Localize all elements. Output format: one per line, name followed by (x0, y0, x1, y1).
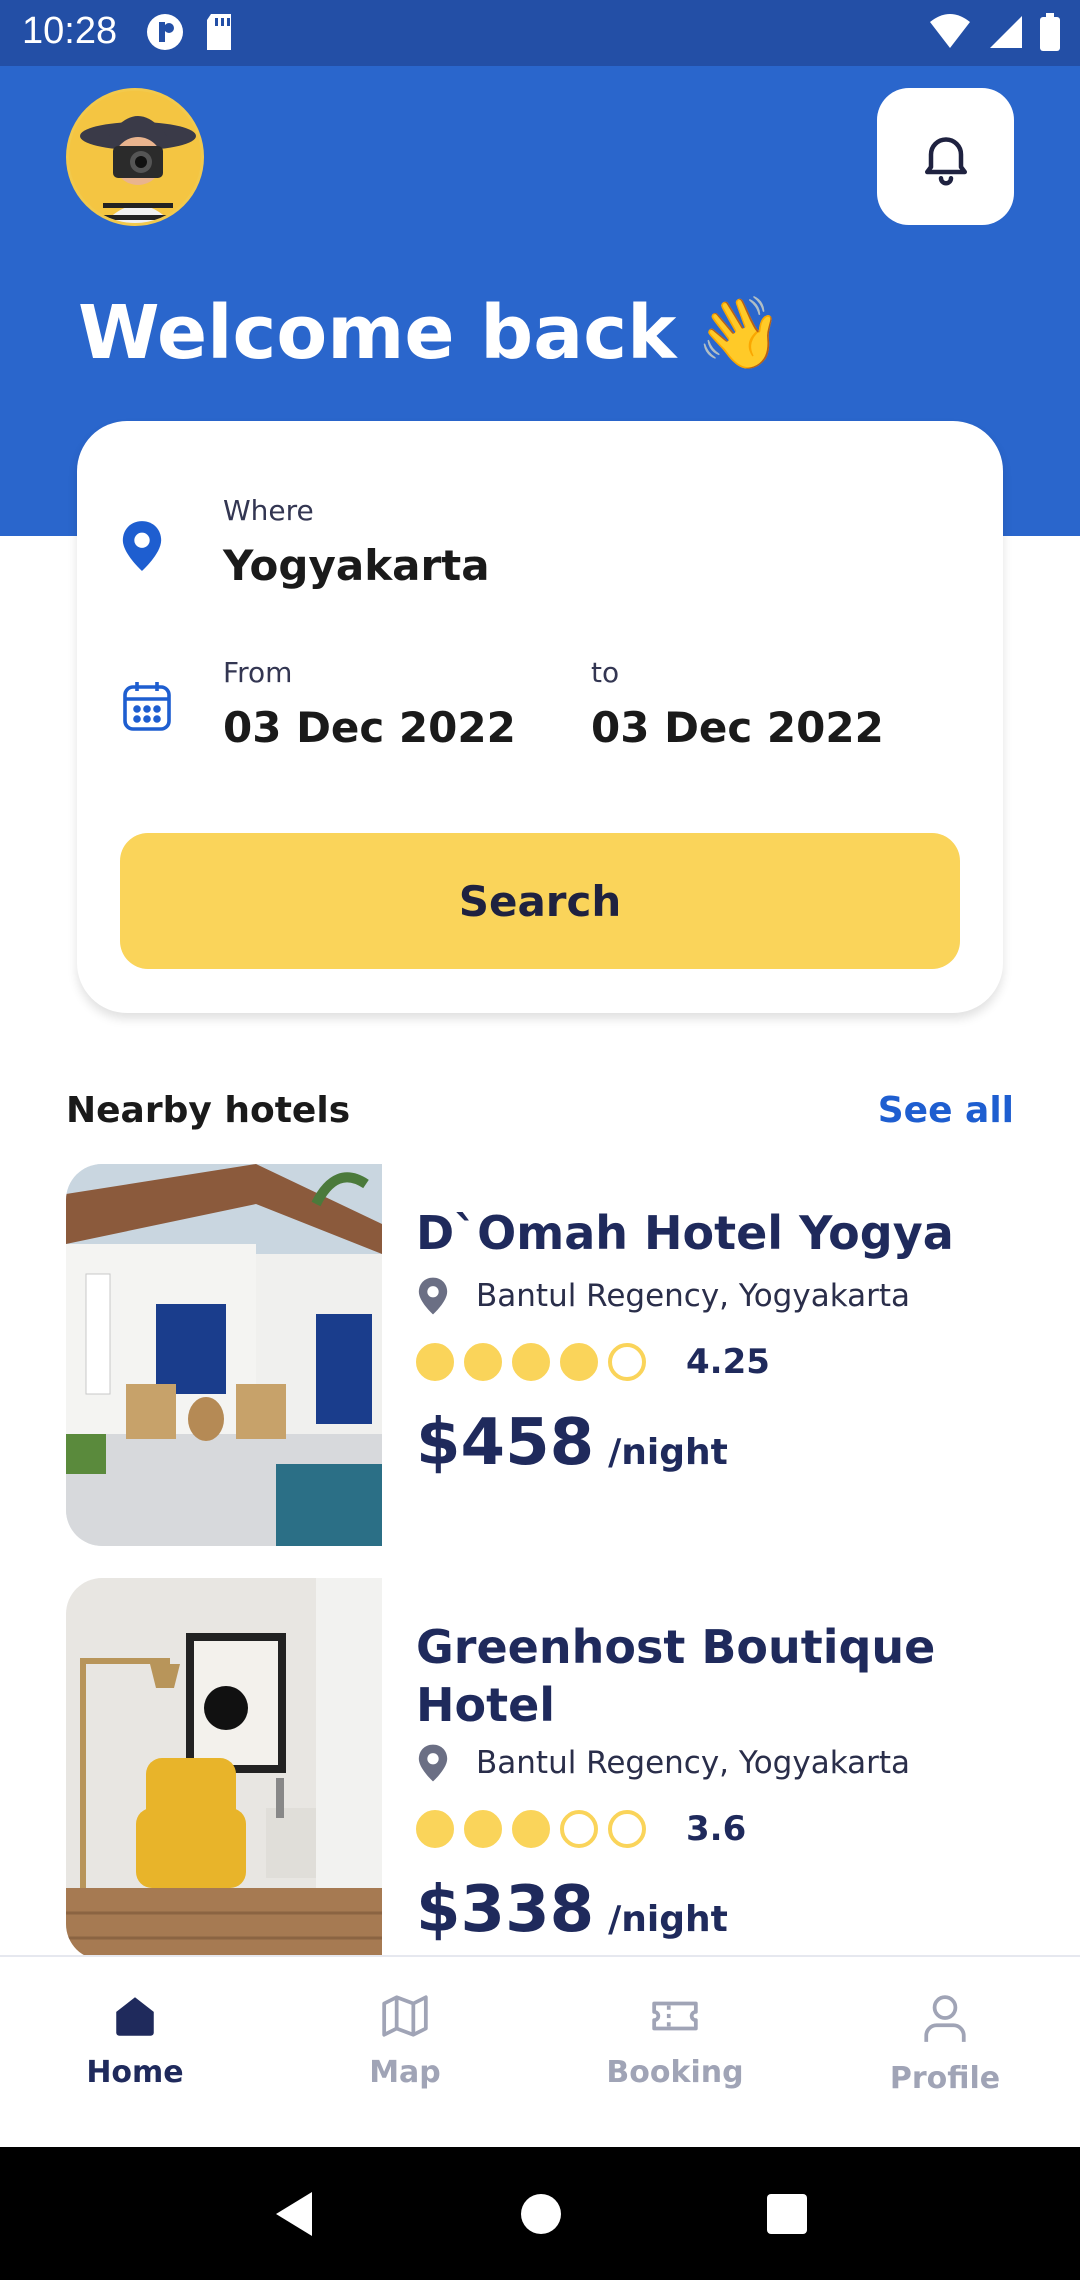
hotel-price: $458 /night (416, 1406, 1016, 1480)
rating-value: 4.25 (686, 1342, 770, 1383)
welcome-heading: Welcome back 👋 (78, 290, 783, 376)
notifications-button[interactable] (877, 88, 1014, 225)
nav-profile[interactable]: Profile (810, 1957, 1080, 2147)
calendar-wrap (121, 679, 173, 737)
wave-emoji: 👋 (696, 291, 784, 374)
system-nav-bar (0, 2147, 1080, 2280)
search-card: Where Yogyakarta From 03 Dec 2022 to 03 … (77, 421, 1003, 1013)
sd-card-icon (207, 14, 231, 50)
hotel-photo-villa (66, 1164, 382, 1546)
hotel-location: Bantul Regency, Yogyakarta (416, 1743, 1016, 1783)
nearby-hotels-header: Nearby hotels See all (66, 1090, 1014, 1131)
status-right-icons (928, 12, 1062, 52)
person-icon (924, 1995, 966, 2042)
rating-dot-filled (416, 1809, 454, 1848)
nav-label: Home (86, 2055, 184, 2090)
back-icon[interactable] (272, 2190, 316, 2238)
wifi-icon (930, 14, 970, 48)
rating-value: 3.6 (686, 1808, 747, 1849)
nav-label: Map (369, 2055, 441, 2090)
avatar[interactable] (66, 88, 204, 226)
calendar-icon (123, 682, 171, 731)
avatar-photo (69, 91, 201, 223)
signal-icon (990, 16, 1022, 48)
location-pin-icon (122, 521, 162, 571)
bottom-nav: Home Map Booking Profile (0, 1955, 1080, 2147)
home-circle-icon[interactable] (519, 2192, 563, 2236)
hotel-card[interactable]: Greenhost Boutique Hotel Bantul Regency,… (66, 1578, 1014, 1960)
battery-icon (1040, 13, 1060, 51)
hotel-image (66, 1578, 382, 1960)
to-label: to (591, 656, 620, 689)
hotel-name: D`Omah Hotel Yogya (416, 1206, 954, 1260)
from-value: 03 Dec 2022 (223, 703, 516, 752)
location-pin-icon (418, 1277, 448, 1315)
nav-label: Profile (889, 2061, 1001, 2096)
from-field[interactable]: From 03 Dec 2022 (223, 656, 516, 752)
hotel-info: D`Omah Hotel Yogya Bantul Regency, Yogya… (416, 1204, 1016, 1480)
see-all-link[interactable]: See all (878, 1090, 1014, 1131)
map-icon (382, 1995, 428, 2037)
hotel-location-text: Bantul Regency, Yogyakarta (476, 1278, 910, 1315)
ticket-icon (652, 2001, 698, 2031)
where-label: Where (223, 494, 314, 527)
location-pin-icon (418, 1744, 448, 1782)
bell-icon (924, 136, 967, 185)
where-field[interactable]: Where Yogyakarta (223, 494, 490, 590)
to-value: 03 Dec 2022 (591, 703, 884, 752)
price-unit: /night (608, 1898, 728, 1940)
status-left-icons (145, 12, 235, 52)
hotel-card[interactable]: D`Omah Hotel Yogya Bantul Regency, Yogya… (66, 1164, 1014, 1546)
price-unit: /night (608, 1432, 728, 1474)
rating-dot-filled (512, 1343, 550, 1382)
rating-dot-filled (512, 1809, 550, 1848)
status-time: 10:28 (22, 10, 118, 52)
hotel-image (66, 1164, 382, 1546)
nav-booking[interactable]: Booking (540, 1957, 810, 2147)
search-button[interactable]: Search (120, 833, 960, 969)
section-title: Nearby hotels (66, 1090, 351, 1131)
price-amount: $458 (416, 1406, 595, 1481)
hotel-price: $338 /night (416, 1873, 1016, 1947)
to-field[interactable]: to 03 Dec 2022 (591, 656, 884, 752)
where-value: Yogyakarta (223, 541, 490, 590)
from-label: From (223, 656, 293, 689)
home-icon (116, 1997, 154, 2036)
rating-dot-empty (560, 1809, 598, 1848)
rating-dots: 3.6 (416, 1809, 1016, 1849)
rating-dot-filled (416, 1343, 454, 1382)
rating-dot-filled (464, 1809, 502, 1848)
status-bar: 10:28 (0, 0, 1080, 66)
notification-app-icon (147, 14, 183, 50)
location-pin-wrap (119, 519, 165, 577)
rating-dot-filled (560, 1343, 598, 1382)
price-amount: $338 (416, 1872, 595, 1947)
hotel-name: Greenhost Boutique Hotel (416, 1620, 936, 1733)
recents-icon[interactable] (766, 2193, 808, 2235)
nav-label: Booking (606, 2055, 744, 2090)
rating-dot-filled (464, 1343, 502, 1382)
hotel-location: Bantul Regency, Yogyakarta (416, 1276, 1016, 1316)
nav-home[interactable]: Home (0, 1957, 270, 2147)
welcome-text: Welcome back (78, 290, 677, 376)
hotel-location-text: Bantul Regency, Yogyakarta (476, 1744, 910, 1781)
rating-dot-empty (608, 1343, 646, 1382)
hotel-photo-room (66, 1578, 382, 1960)
nav-map[interactable]: Map (270, 1957, 540, 2147)
rating-dot-empty (608, 1809, 646, 1848)
hotel-info: Greenhost Boutique Hotel Bantul Regency,… (416, 1618, 1016, 1947)
rating-dots: 4.25 (416, 1342, 1016, 1382)
